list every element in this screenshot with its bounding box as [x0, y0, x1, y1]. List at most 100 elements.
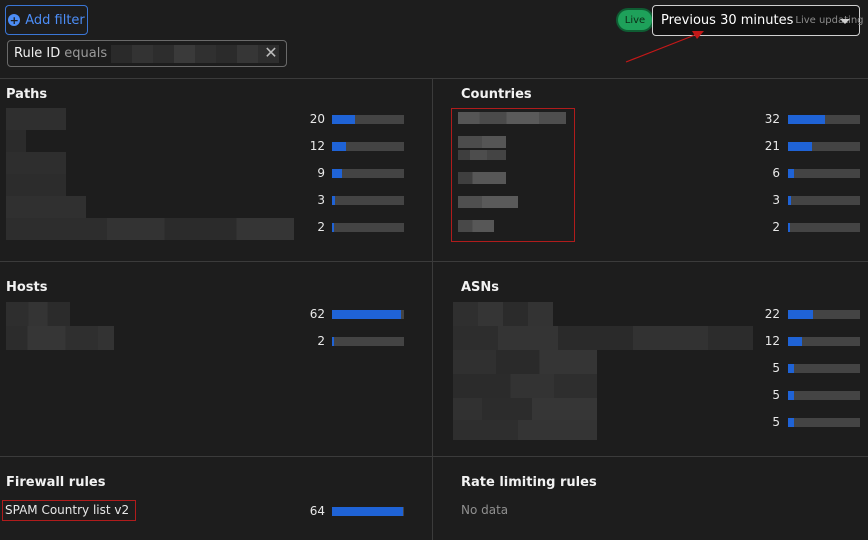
live-label: Live: [624, 14, 646, 26]
panel-title: Firewall rules: [6, 475, 106, 490]
row-bar-fill: [332, 337, 335, 346]
row-bar: [332, 142, 404, 151]
row-bar-fill: [788, 223, 791, 232]
row-count: 5: [772, 415, 780, 429]
row-bar: [332, 223, 404, 232]
panel-title: ASNs: [461, 280, 500, 295]
list-item[interactable]: 9: [300, 163, 410, 183]
redacted-host-labels: [6, 302, 116, 352]
rule-id-filter-chip[interactable]: Rule ID equals ✕: [7, 40, 287, 67]
redacted-asn-labels: [453, 302, 753, 440]
row-count: 20: [309, 112, 325, 126]
list-item[interactable]: 5: [755, 412, 865, 432]
row-bar: [788, 418, 860, 427]
empty-state-text: No data: [461, 503, 509, 517]
row-count: 2: [317, 220, 325, 234]
row-count: 21: [764, 139, 780, 153]
add-filter-label: Add filter: [25, 12, 85, 28]
row-bar: [788, 310, 860, 319]
row-bar-fill: [788, 169, 795, 178]
row-bar: [332, 310, 404, 319]
list-item[interactable]: SPAM Country list v2 64: [5, 501, 415, 521]
add-filter-button[interactable]: + Add filter: [5, 5, 88, 35]
list-item[interactable]: 2: [300, 331, 410, 351]
rate-limiting-rules-panel: Rate limiting rules No data: [433, 457, 868, 540]
row-bar-fill: [788, 115, 826, 124]
row-count: 5: [772, 361, 780, 375]
panel-title: Hosts: [6, 280, 48, 295]
row-bar: [788, 169, 860, 178]
row-bar-fill: [332, 196, 335, 205]
list-item[interactable]: 22: [755, 304, 865, 324]
row-bar-fill: [788, 337, 802, 346]
row-bar-fill: [788, 391, 794, 400]
row-bar-fill: [332, 142, 347, 151]
live-badge[interactable]: Live: [618, 10, 652, 30]
row-bar: [332, 196, 404, 205]
filter-value-redacted: [111, 44, 280, 63]
list-item[interactable]: 62: [300, 304, 410, 324]
row-count: 22: [764, 307, 780, 321]
row-count: 9: [317, 166, 325, 180]
redacted-country-labels: [458, 112, 568, 236]
row-bar-fill: [332, 507, 404, 516]
filter-field: Rule ID: [14, 46, 61, 61]
firewall-rules-panel: Firewall rules SPAM Country list v2 64: [0, 457, 432, 540]
list-item[interactable]: 20: [300, 109, 410, 129]
list-item[interactable]: 21: [755, 136, 865, 156]
row-bar-fill: [788, 364, 794, 373]
row-bar-fill: [788, 196, 791, 205]
panel-title: Rate limiting rules: [461, 475, 597, 490]
row-bar-fill: [788, 310, 814, 319]
filter-toolbar: + Add filter Rule ID equals ✕ Live Previ…: [0, 0, 868, 78]
list-item[interactable]: 3: [300, 190, 410, 210]
redacted-path-labels: [6, 108, 294, 240]
row-count: 2: [772, 220, 780, 234]
list-item[interactable]: 2: [300, 217, 410, 237]
time-range-select[interactable]: Previous 30 minutes Live updating: [652, 5, 864, 36]
row-bar-fill: [332, 169, 343, 178]
row-bar-fill: [332, 115, 356, 124]
row-bar: [788, 364, 860, 373]
list-item[interactable]: 6: [755, 163, 865, 183]
row-count: 5: [772, 388, 780, 402]
list-item[interactable]: 12: [300, 136, 410, 156]
list-item[interactable]: 3: [755, 190, 865, 210]
chevron-down-icon: [840, 19, 850, 24]
close-icon[interactable]: ✕: [262, 44, 280, 62]
row-bar-fill: [788, 142, 813, 151]
row-bar: [788, 115, 860, 124]
time-range-label: Previous 30 minutes: [661, 13, 794, 28]
row-bar: [788, 337, 860, 346]
row-count: 3: [317, 193, 325, 207]
row-count: 6: [772, 166, 780, 180]
firewall-rule-name: SPAM Country list v2: [5, 503, 130, 517]
list-item[interactable]: 5: [755, 385, 865, 405]
hosts-panel: Hosts 62 2: [0, 262, 432, 456]
list-item[interactable]: 5: [755, 358, 865, 378]
row-bar: [332, 337, 404, 346]
asns-panel: ASNs 22 12 5 5 5: [433, 262, 868, 456]
row-bar: [332, 169, 404, 178]
row-bar-fill: [332, 310, 402, 319]
list-item[interactable]: 2: [755, 217, 865, 237]
row-bar: [788, 391, 860, 400]
row-bar: [332, 115, 404, 124]
list-item[interactable]: 32: [755, 109, 865, 129]
row-bar-fill: [788, 418, 794, 427]
panel-title: Countries: [461, 87, 532, 102]
row-count: 12: [309, 139, 325, 153]
row-count: 3: [772, 193, 780, 207]
row-count: 2: [317, 334, 325, 348]
row-bar: [788, 142, 860, 151]
countries-panel: Countries 32 21 6 3 2: [433, 78, 868, 261]
row-count: 12: [764, 334, 780, 348]
row-count: 32: [764, 112, 780, 126]
row-count: 62: [309, 307, 325, 321]
row-bar: [332, 507, 404, 516]
row-count: 64: [309, 504, 325, 518]
list-item[interactable]: 12: [755, 331, 865, 351]
panel-title: Paths: [6, 87, 48, 102]
time-range-sublabel: Live updating: [795, 15, 864, 26]
paths-panel: Paths 20 12 9 3 2: [0, 78, 432, 261]
